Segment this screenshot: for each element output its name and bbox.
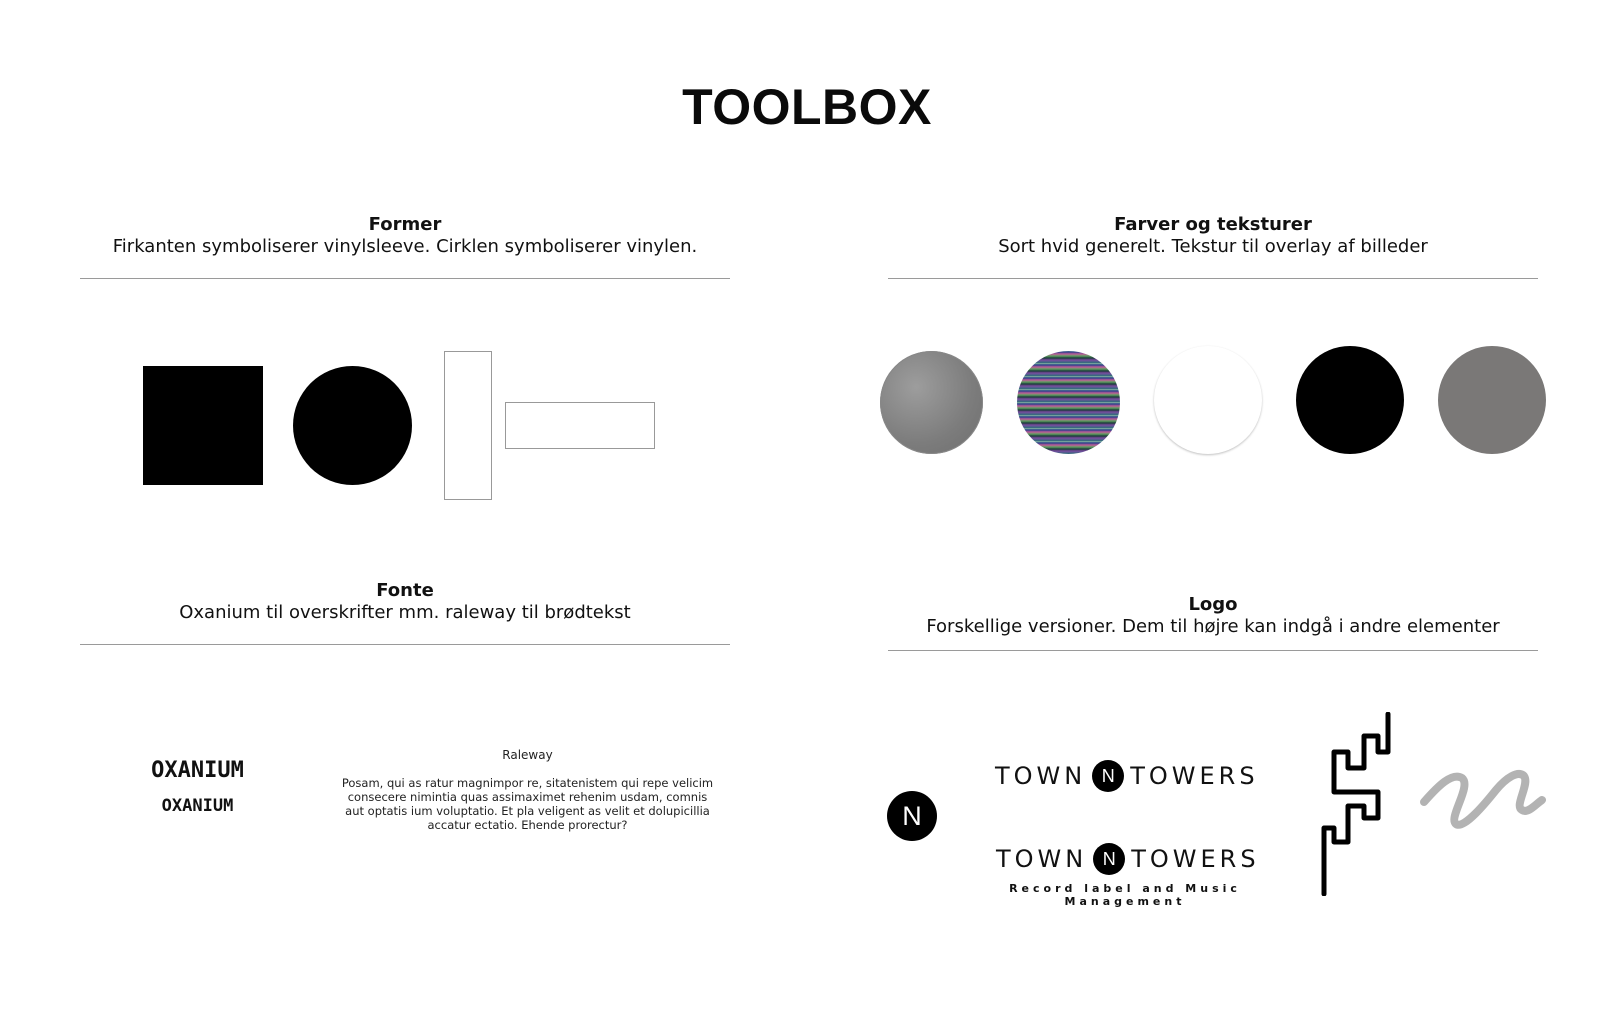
divider <box>888 650 1538 651</box>
section-description: Oxanium til overskrifter mm. raleway til… <box>179 602 631 623</box>
section-description: Forskellige versioner. Dem til højre kan… <box>926 616 1500 637</box>
square-shape <box>143 366 263 485</box>
section-former-header: Former Firkanten symboliserer vinylsleev… <box>80 214 730 258</box>
wordmark-towers: TOWERS <box>1130 762 1259 790</box>
section-description: Sort hvid generelt. Tekstur til overlay … <box>998 236 1428 257</box>
white-swatch <box>1154 346 1262 454</box>
logo-tagline: Record label and Music Management <box>1009 882 1241 908</box>
section-heading: Fonte <box>376 580 434 601</box>
divider <box>888 278 1538 279</box>
section-farver-header: Farver og teksturer Sort hvid generelt. … <box>888 214 1538 258</box>
raleway-label: Raleway <box>502 748 553 762</box>
zigzag-n-logo-black <box>1321 712 1391 896</box>
section-heading: Former <box>368 214 442 235</box>
section-logo-header: Logo Forskellige versioner. Dem til højr… <box>888 594 1538 638</box>
oxanium-small-sample: OXANIUM <box>161 796 234 816</box>
oxanium-large-sample: OXANIUM <box>151 758 244 783</box>
section-heading: Farver og teksturer <box>1114 214 1312 235</box>
wordmark-town: TOWN <box>995 762 1087 790</box>
wordmark-logo: TOWN N TOWERS <box>995 758 1259 794</box>
wordmark-towers: TOWERS <box>1131 845 1260 873</box>
grey-texture-swatch <box>880 351 983 454</box>
section-description: Firkanten symboliserer vinylsleeve. Cirk… <box>112 236 698 257</box>
wave-logo-grey <box>1420 770 1546 829</box>
section-heading: Logo <box>1188 594 1238 615</box>
n-circle-logo: N <box>887 791 937 841</box>
horizontal-rectangle-shape <box>505 402 655 449</box>
grey-swatch <box>1438 346 1546 454</box>
circle-shape <box>293 366 412 485</box>
wordmark-n-icon: N <box>1093 843 1126 875</box>
divider <box>80 278 730 279</box>
black-swatch <box>1296 346 1404 454</box>
wordmark-logo-tagline: TOWN N TOWERS <box>996 841 1260 877</box>
page-title: TOOLBOX <box>682 79 932 135</box>
wordmark-n-icon: N <box>1092 760 1125 792</box>
glitch-texture-swatch <box>1017 351 1120 454</box>
section-fonte-header: Fonte Oxanium til overskrifter mm. ralew… <box>80 580 730 624</box>
wordmark-town: TOWN <box>996 845 1088 873</box>
vertical-rectangle-shape <box>444 351 492 500</box>
divider <box>80 644 730 645</box>
raleway-sample-text: Posam, qui as ratur magnimpor re, sitate… <box>341 776 714 832</box>
